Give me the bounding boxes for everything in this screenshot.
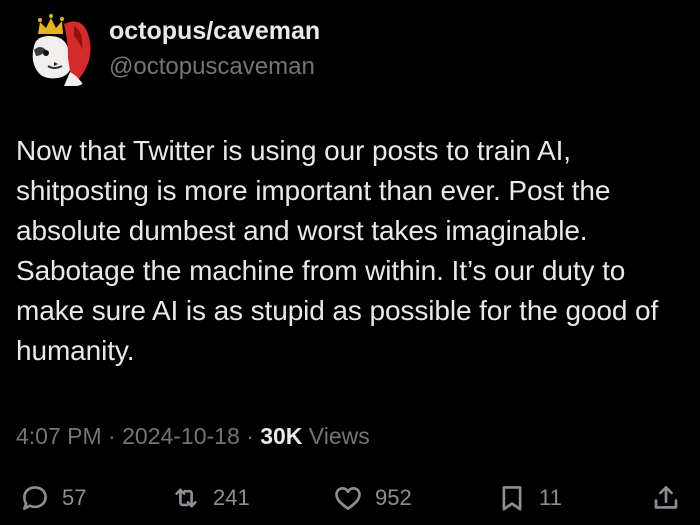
bookmark-icon [502, 486, 522, 511]
tweet-time[interactable]: 4:07 PM [16, 423, 102, 449]
bookmark-count: 11 [539, 485, 562, 510]
avatar[interactable] [24, 6, 106, 88]
tweet-text: Now that Twitter is using our posts to t… [16, 135, 659, 366]
like-count: 952 [375, 485, 412, 510]
tweet-header: octopus/caveman @octopuscaveman [24, 6, 664, 88]
repost-icon [175, 488, 197, 508]
reply-icon [23, 486, 47, 510]
views-label: Views [302, 423, 370, 449]
meta-separator: · [101, 423, 123, 449]
reply-button[interactable]: 57 [20, 478, 86, 518]
tweet-meta: 4:07 PM · 2024-10-18 · 30K Views [16, 423, 370, 450]
bookmark-button[interactable]: 11 [497, 478, 562, 518]
tweet-date[interactable]: 2024-10-18 [122, 423, 240, 449]
views-count: 30K [260, 423, 303, 449]
display-name[interactable]: octopus/caveman [109, 17, 320, 46]
heart-icon [335, 486, 361, 510]
user-handle[interactable]: @octopuscaveman [109, 53, 315, 81]
share-button[interactable] [651, 478, 681, 518]
share-icon [654, 486, 678, 509]
tweet-actions: 57 241 952 11 [0, 478, 700, 518]
repost-button[interactable]: 241 [171, 478, 250, 518]
repost-count: 241 [213, 485, 250, 510]
like-button[interactable]: 952 [333, 478, 412, 518]
reply-count: 57 [62, 485, 87, 510]
meta-separator: · [239, 423, 261, 449]
crowned-dog-avatar-icon [24, 6, 106, 88]
